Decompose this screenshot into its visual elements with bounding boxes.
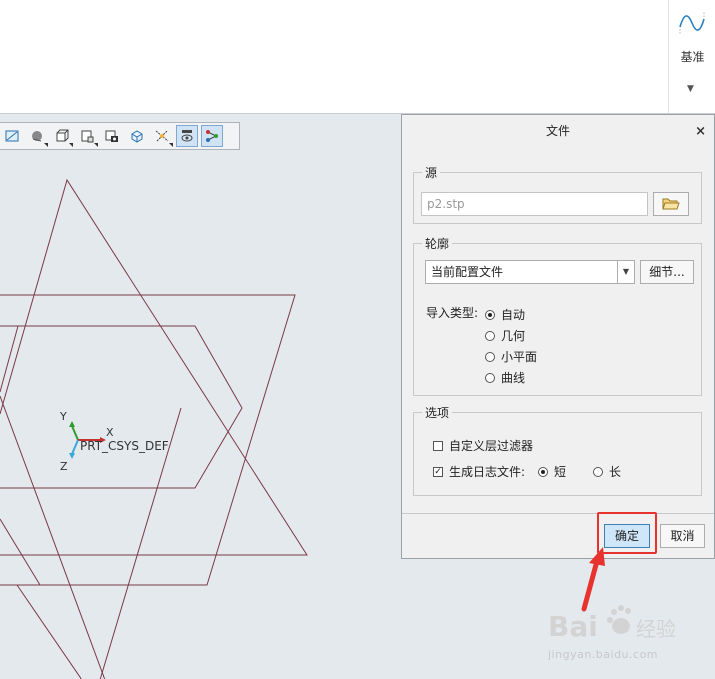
radio-auto-label: 自动 <box>501 308 526 322</box>
datum-display-icon[interactable] <box>151 125 173 147</box>
chevron-down-icon[interactable]: ▼ <box>617 261 634 283</box>
radio-log-long[interactable] <box>593 466 603 477</box>
log-long-label: 长 <box>609 465 622 479</box>
radio-curve-label: 曲线 <box>501 371 526 385</box>
saved-views-icon[interactable] <box>101 125 123 147</box>
dialog-separator <box>402 513 714 514</box>
log-short-label: 短 <box>554 465 567 479</box>
import-type-label-row: 导入类型: <box>426 304 478 321</box>
generate-log-label: 生成日志文件: <box>449 465 526 479</box>
datum-group[interactable]: 基准 ▼ <box>668 0 715 113</box>
profile-group: 轮廓 当前配置文件 ▼ 细节... 导入类型: 自动 几何 小平面 曲线 <box>413 235 702 396</box>
custom-layer-filter-label: 自定义层过滤器 <box>449 439 534 453</box>
import-type-facet[interactable]: 小平面 <box>485 348 537 365</box>
chevron-down-icon[interactable]: ▼ <box>687 84 694 94</box>
ribbon: 基准 ▼ <box>0 0 715 114</box>
source-group-title: 源 <box>422 164 441 181</box>
axis-y-label: Y <box>60 410 67 423</box>
svg-text:经验: 经验 <box>636 617 676 641</box>
datum-plane-hexagon-edge <box>0 325 243 489</box>
profile-group-title: 轮廓 <box>422 235 453 252</box>
generate-log-checkbox[interactable]: ✓ <box>433 466 443 477</box>
source-group: 源 p2.stp <box>413 164 702 224</box>
shading-icon[interactable] <box>26 125 48 147</box>
custom-layer-filter-checkbox[interactable] <box>433 440 443 451</box>
import-type-curve[interactable]: 曲线 <box>485 369 525 386</box>
axis-z-label: Z <box>60 460 68 473</box>
spin-center-icon[interactable] <box>176 125 198 147</box>
profile-select[interactable]: 当前配置文件 ▼ <box>425 260 635 284</box>
model-geometry <box>0 178 308 679</box>
browse-button[interactable] <box>653 192 689 216</box>
svg-text:Bai: Bai <box>548 610 598 643</box>
custom-layer-filter-row[interactable]: 自定义层过滤器 <box>433 437 533 454</box>
log-long-option[interactable]: 长 <box>593 463 621 480</box>
radio-curve[interactable] <box>485 372 495 383</box>
datum-label: 基准 <box>680 50 705 64</box>
options-group: 选项 自定义层过滤器 ✓ 生成日志文件: 短 长 <box>413 404 702 496</box>
radio-log-short[interactable] <box>538 466 548 477</box>
dialog-title: 文件 <box>545 124 570 138</box>
view-toolbar <box>0 122 240 150</box>
axis-x-label: X <box>106 426 114 439</box>
refit-icon[interactable] <box>1 125 23 147</box>
radio-facet-label: 小平面 <box>501 350 538 364</box>
radio-auto[interactable] <box>485 309 495 320</box>
radio-geometry[interactable] <box>485 330 495 341</box>
folder-open-icon <box>662 198 680 210</box>
annotation-display-icon[interactable] <box>201 125 223 147</box>
close-icon[interactable]: × <box>695 124 706 139</box>
datum-plane-edge <box>16 584 82 679</box>
csys-name-label[interactable]: PRT_CSYS_DEF <box>80 439 169 453</box>
view-manager-icon[interactable] <box>76 125 98 147</box>
import-type-auto[interactable]: 自动 <box>485 306 525 323</box>
cancel-button[interactable]: 取消 <box>660 524 705 548</box>
profile-select-value: 当前配置文件 <box>431 265 504 279</box>
log-short-option[interactable]: 短 <box>538 463 566 480</box>
baidu-jingyan-watermark: Bai 经验 <box>548 605 676 643</box>
datum-curve-icon[interactable] <box>678 9 706 37</box>
source-file-input[interactable]: p2.stp <box>421 192 648 216</box>
generate-log-row[interactable]: ✓ 生成日志文件: <box>433 463 525 480</box>
display-style-icon[interactable] <box>51 125 73 147</box>
orient-icon[interactable] <box>126 125 148 147</box>
radio-facet[interactable] <box>485 351 495 362</box>
import-type-geometry[interactable]: 几何 <box>485 327 525 344</box>
watermark-url: jingyan.baidu.com <box>548 648 659 661</box>
graphics-viewport[interactable]: Y X Z PRT_CSYS_DEF <box>0 114 402 679</box>
radio-geometry-label: 几何 <box>501 329 526 343</box>
datum-plane-edge <box>0 518 41 586</box>
file-import-dialog: 文件 × 源 p2.stp 轮廓 当前配置文件 ▼ 细节... 导入类型: 自动… <box>401 114 715 559</box>
options-group-title: 选项 <box>422 404 453 421</box>
import-type-label: 导入类型: <box>426 306 479 320</box>
details-button[interactable]: 细节... <box>640 260 694 284</box>
